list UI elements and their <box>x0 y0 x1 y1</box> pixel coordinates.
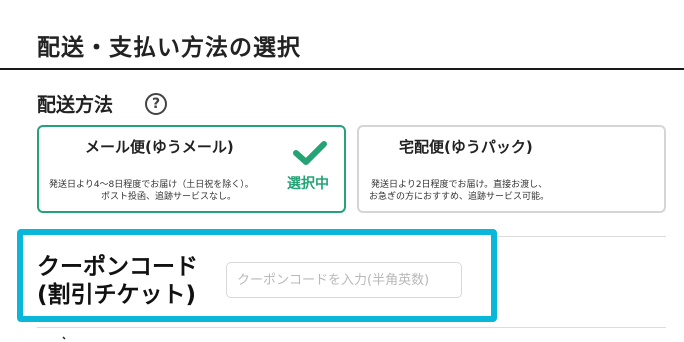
shipping-option-desc-line2: ポスト投函、追跡サービスなし。 <box>101 192 237 202</box>
shipping-option-name: 宅配便(ゆうパック) <box>399 138 533 156</box>
question-circle-icon[interactable]: ? <box>145 93 167 115</box>
shipping-option-desc-line1: 発送日より4〜8日程度でお届け（土日祝を除く）。 <box>49 180 254 190</box>
coupon-title: クーポンコード (割引チケット) <box>37 253 198 309</box>
shipping-section-title: 配送方法 <box>37 94 114 116</box>
shipping-option-pack[interactable]: 宅配便(ゆうパック) 発送日より2日程度でお届け。直接お渡し、 お急ぎの方におす… <box>357 125 666 213</box>
page-title: 配送・支払い方法の選択 <box>37 35 301 61</box>
shipping-option-description: 発送日より2日程度でお届け。直接お渡し、 お急ぎの方におすすめ、追跡サービス可能… <box>369 179 549 203</box>
shipping-option-name: メール便(ゆうメール) <box>85 138 234 156</box>
shipping-option-desc-line1: 発送日より2日程度でお届け。直接お渡し、 <box>371 180 548 190</box>
shipping-option-mail[interactable]: メール便(ゆうメール) 選択中 発送日より4〜8日程度でお届け（土日祝を除く）。… <box>37 125 346 213</box>
selected-label: 選択中 <box>287 176 329 192</box>
coupon-title-line1: クーポンコード <box>37 254 198 280</box>
coupon-code-input[interactable] <box>226 262 462 298</box>
title-divider <box>0 68 684 70</box>
section-divider <box>37 327 666 328</box>
coupon-title-line2: (割引チケット) <box>37 282 197 308</box>
checkmark-icon <box>293 141 327 165</box>
coupon-section: クーポンコード (割引チケット) <box>17 229 497 322</box>
shipping-option-description: 発送日より4〜8日程度でお届け（土日祝を除く）。 ポスト投函、追跡サービスなし。 <box>49 179 254 203</box>
cutoff-glyph <box>62 336 66 340</box>
shipping-option-desc-line2: お急ぎの方におすすめ、追跡サービス可能。 <box>369 192 550 202</box>
